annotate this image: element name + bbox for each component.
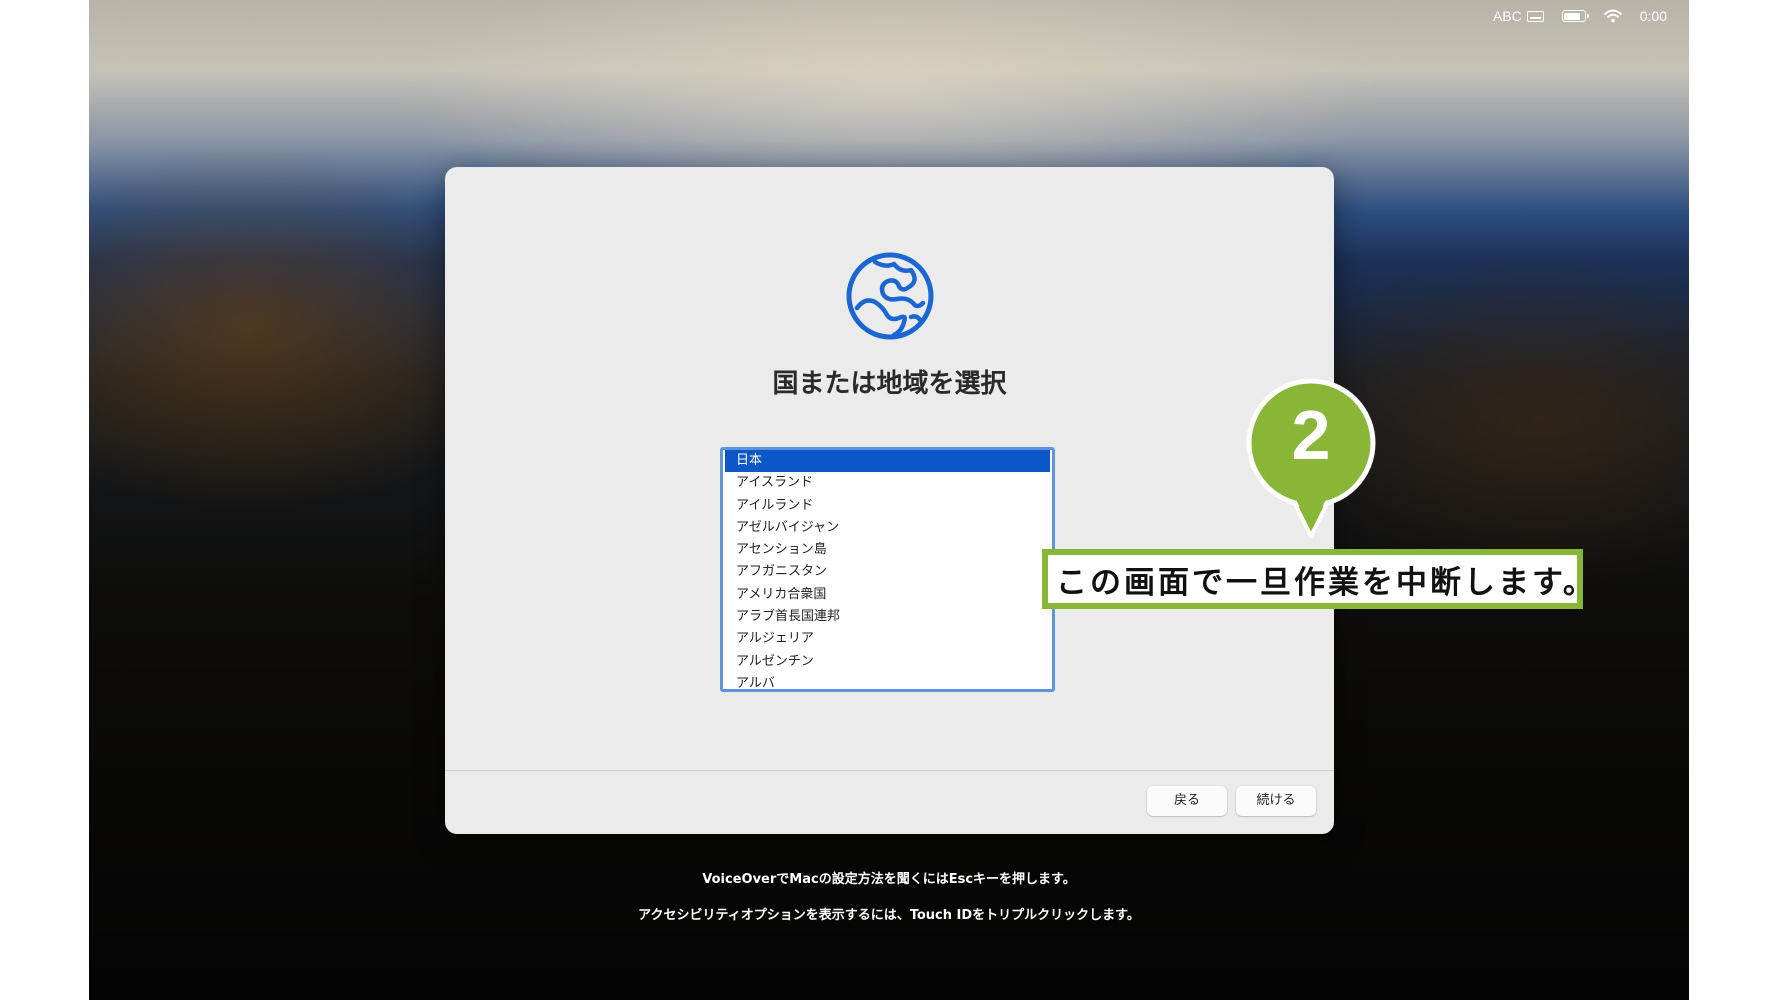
input-source-menu[interactable]: ABC — [1493, 8, 1544, 24]
list-item[interactable]: アセンション島 — [725, 539, 1050, 561]
list-item[interactable]: アルジェリア — [725, 628, 1050, 650]
list-item-selected[interactable]: 日本 — [725, 450, 1050, 473]
step-number: 2 — [1291, 396, 1331, 474]
battery-icon[interactable] — [1561, 10, 1589, 22]
accessibility-hint: アクセシビリティオプションを表示するには、Touch IDをトリプルクリックしま… — [638, 908, 1140, 923]
clock: 0:00 — [1639, 8, 1667, 24]
list-item[interactable]: アメリカ合衆国 — [725, 584, 1050, 606]
annotation-message: この画面で一旦作業を中断します。 — [1042, 549, 1594, 609]
status-bar: ABC 0:00 — [1493, 0, 1667, 32]
keyboard-icon — [1526, 10, 1544, 22]
list-item[interactable]: アルバ — [725, 673, 1050, 689]
list-item[interactable]: アラブ首長国連邦 — [725, 606, 1050, 628]
back-button[interactable]: 戻る — [1147, 786, 1227, 816]
desktop-background: ABC 0:00 国または地域を選択 日本 アイスランド アイルランド アゼルバ… — [89, 0, 1689, 1000]
list-item[interactable]: アルゼンチン — [725, 651, 1050, 673]
list-item[interactable]: アイスランド — [725, 472, 1050, 494]
page-title: 国または地域を選択 — [772, 369, 1007, 399]
continue-button[interactable]: 続ける — [1236, 786, 1316, 816]
voiceover-hint: VoiceOverでMacの設定方法を聞くにはEscキーを押します。 — [702, 872, 1076, 887]
footer-divider — [445, 770, 1334, 771]
list-item[interactable]: アイルランド — [725, 495, 1050, 517]
country-list[interactable]: 日本 アイスランド アイルランド アゼルバイジャン アセンション島 アフガニスタ… — [720, 447, 1055, 692]
list-item[interactable]: アゼルバイジャン — [725, 517, 1050, 539]
list-item[interactable]: アフガニスタン — [725, 561, 1050, 583]
globe-icon — [846, 252, 934, 340]
wifi-icon[interactable] — [1603, 9, 1622, 23]
setup-assistant-dialog: 国または地域を選択 日本 アイスランド アイルランド アゼルバイジャン アセンシ… — [445, 167, 1334, 834]
input-source-label: ABC — [1492, 8, 1522, 24]
